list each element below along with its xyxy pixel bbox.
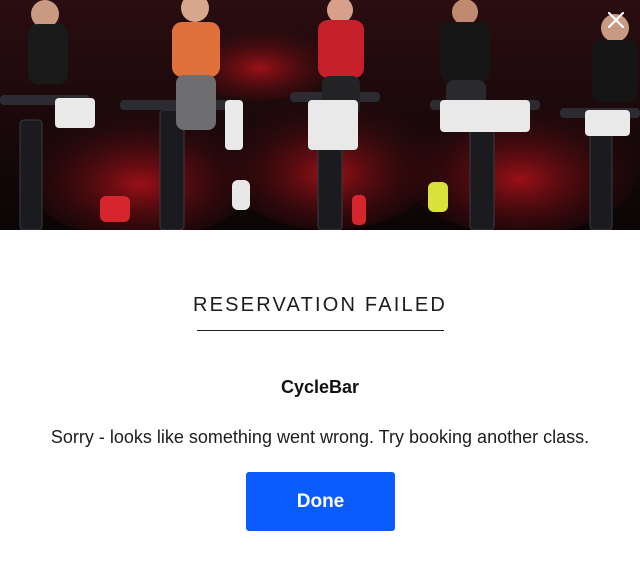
error-message: Sorry - looks like something went wrong.… (50, 427, 590, 447)
done-button[interactable]: Done (246, 472, 395, 531)
studio-name: CycleBar (280, 377, 360, 397)
page-title: RESERVATION FAILED (192, 294, 448, 316)
hero-image (0, 0, 640, 230)
title-divider (197, 330, 444, 331)
reservation-failed-screen: RESERVATION FAILED CycleBar Sorry - look… (0, 0, 640, 566)
close-icon[interactable] (604, 8, 628, 32)
